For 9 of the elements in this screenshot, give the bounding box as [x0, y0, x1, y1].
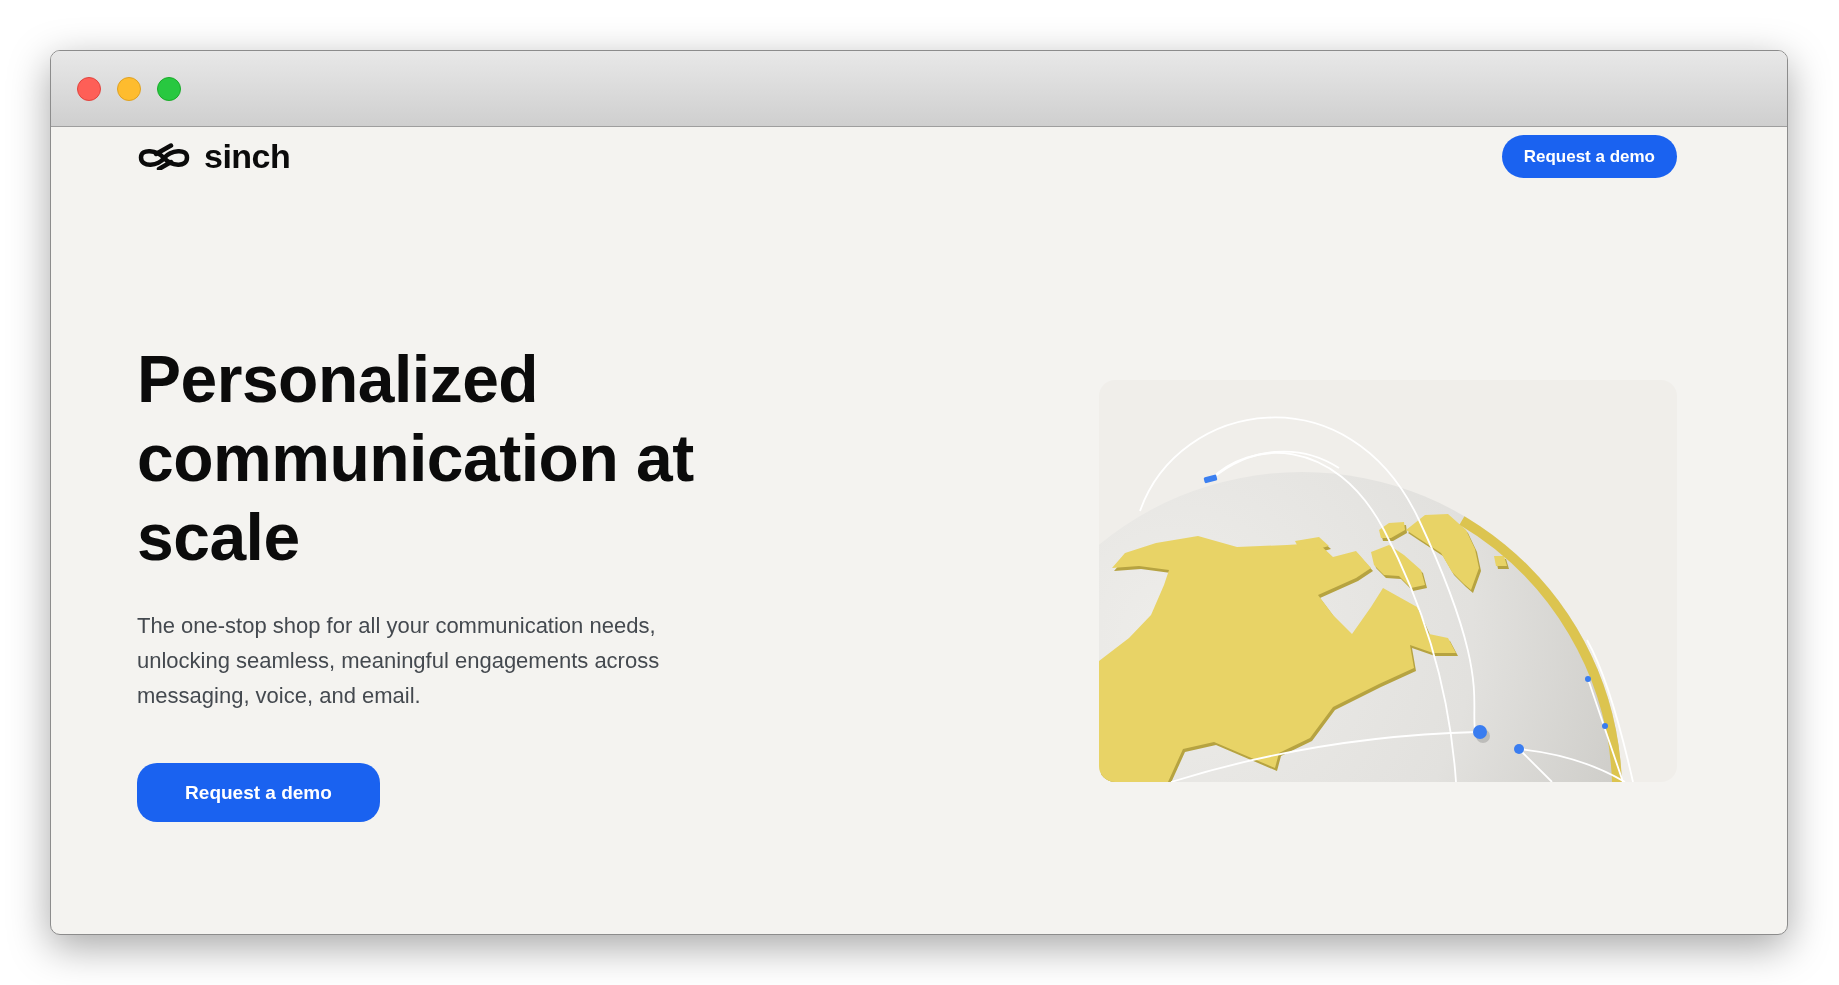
request-demo-button[interactable]: Request a demo [1501, 134, 1677, 178]
request-demo-button[interactable]: Request a demo [137, 763, 380, 822]
logo-wordmark[interactable]: sinch [204, 139, 291, 173]
zoom-icon[interactable] [157, 76, 181, 101]
minimize-icon[interactable] [117, 76, 141, 101]
hero-description: The one-stop shop for all your communication needs, unlocking seamless, meaningful engagements across messaging, voice, and email. [137, 612, 661, 710]
logo-icon[interactable] [137, 142, 191, 170]
hero-heading: Personalized communication at scale [137, 341, 695, 576]
close-icon[interactable] [77, 76, 101, 101]
